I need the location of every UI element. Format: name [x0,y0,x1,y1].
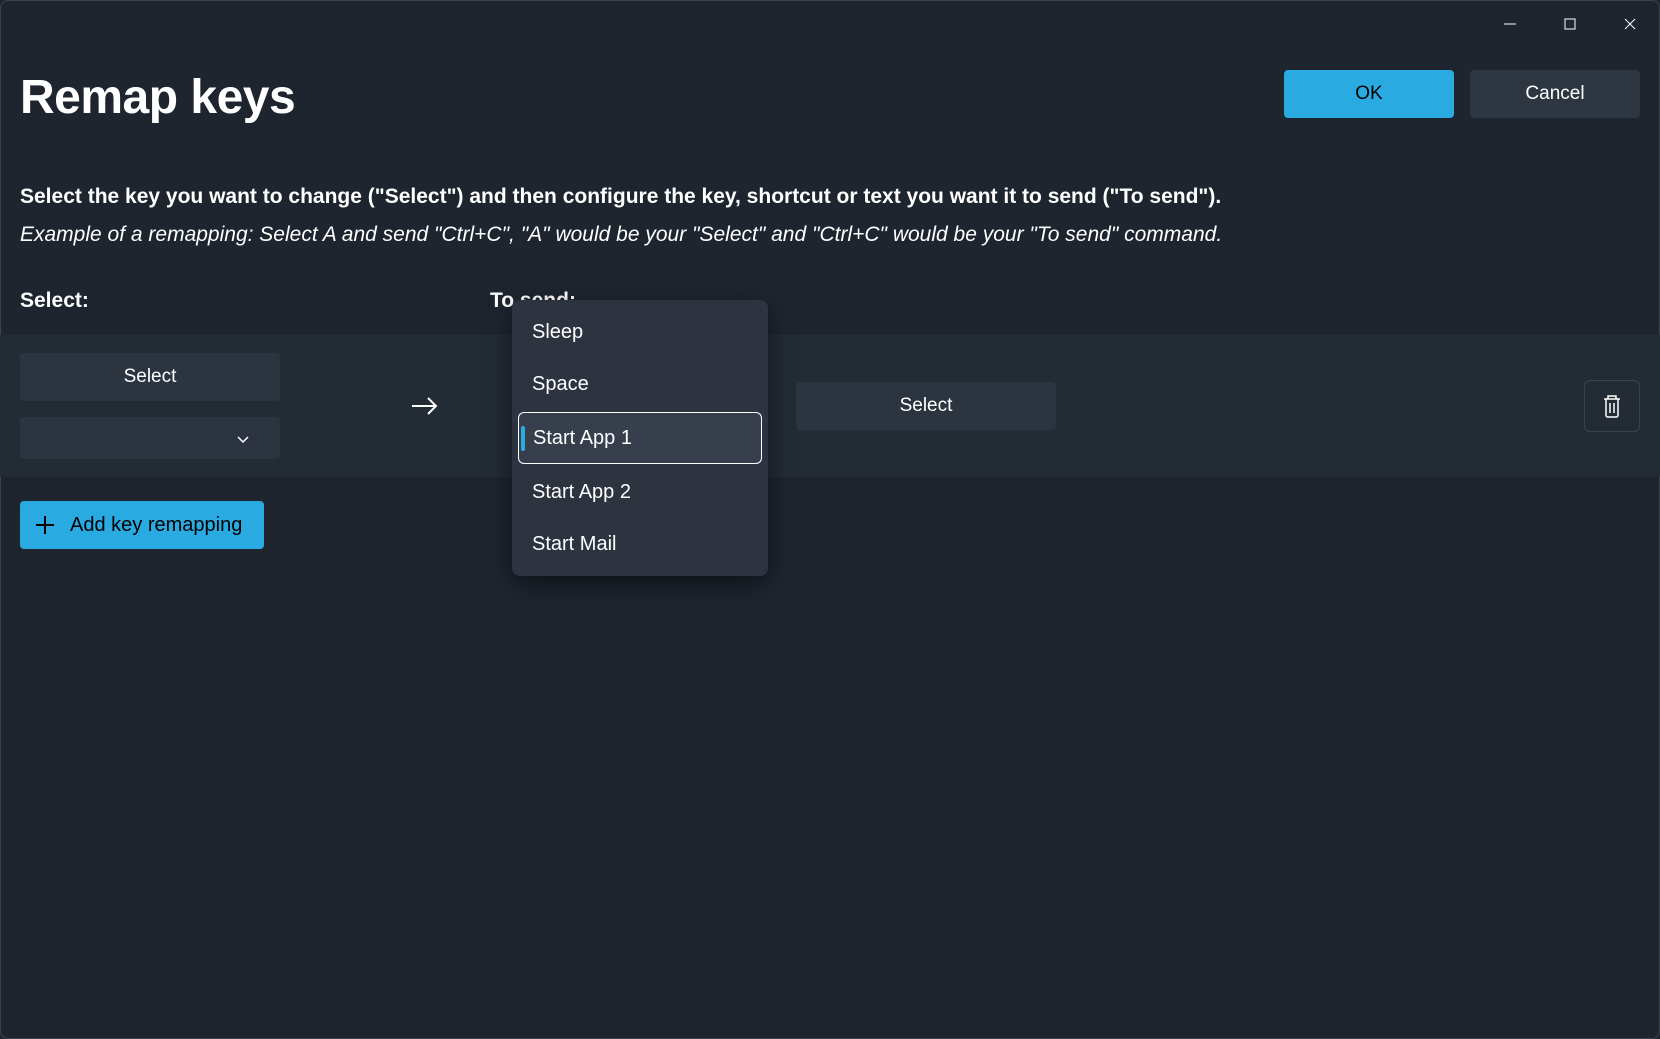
cancel-button[interactable]: Cancel [1470,70,1640,118]
action-buttons: OK Cancel [1284,70,1640,118]
select-header: Select: [20,289,490,313]
column-headers: Select: To send: [0,247,1660,313]
select-key-dropdown[interactable] [20,417,280,459]
page-title: Remap keys [20,70,295,125]
dropdown-item-start-mail[interactable]: Start Mail [518,518,762,570]
trash-icon [1601,393,1623,419]
dropdown-menu: Sleep Space Start App 1 Start App 2 Star… [512,300,768,576]
arrow-right-icon [410,394,440,418]
dropdown-item-space[interactable]: Space [518,358,762,410]
dropdown-item-start-app-2[interactable]: Start App 2 [518,466,762,518]
description-line1: Select the key you want to change ("Sele… [20,185,1640,209]
dropdown-item-start-app-1[interactable]: Start App 1 [518,412,762,464]
select-column: Select [20,353,360,459]
close-button[interactable] [1600,10,1660,38]
remap-row: Select Select [0,335,1660,477]
delete-column [1584,380,1640,432]
description-block: Select the key you want to change ("Sele… [0,125,1660,247]
titlebar [0,0,1660,40]
add-remapping-label: Add key remapping [70,514,242,537]
close-icon [1623,17,1637,31]
titlebar-buttons [1480,10,1660,38]
plus-icon [34,514,56,536]
description-line2: Example of a remapping: Select A and sen… [20,223,1640,247]
select-key-button[interactable]: Select [20,353,280,401]
to-send-select-button[interactable]: Select [796,382,1056,430]
add-remapping-row: Add key remapping [0,477,1660,549]
arrow-column [360,394,510,418]
dropdown-item-sleep[interactable]: Sleep [518,306,762,358]
header-row: Remap keys OK Cancel [0,40,1660,125]
ok-button[interactable]: OK [1284,70,1454,118]
chevron-down-icon [236,428,250,449]
minimize-icon [1503,17,1517,31]
add-remapping-button[interactable]: Add key remapping [20,501,264,549]
minimize-button[interactable] [1480,10,1540,38]
maximize-button[interactable] [1540,10,1600,38]
maximize-icon [1563,17,1577,31]
delete-row-button[interactable] [1584,380,1640,432]
